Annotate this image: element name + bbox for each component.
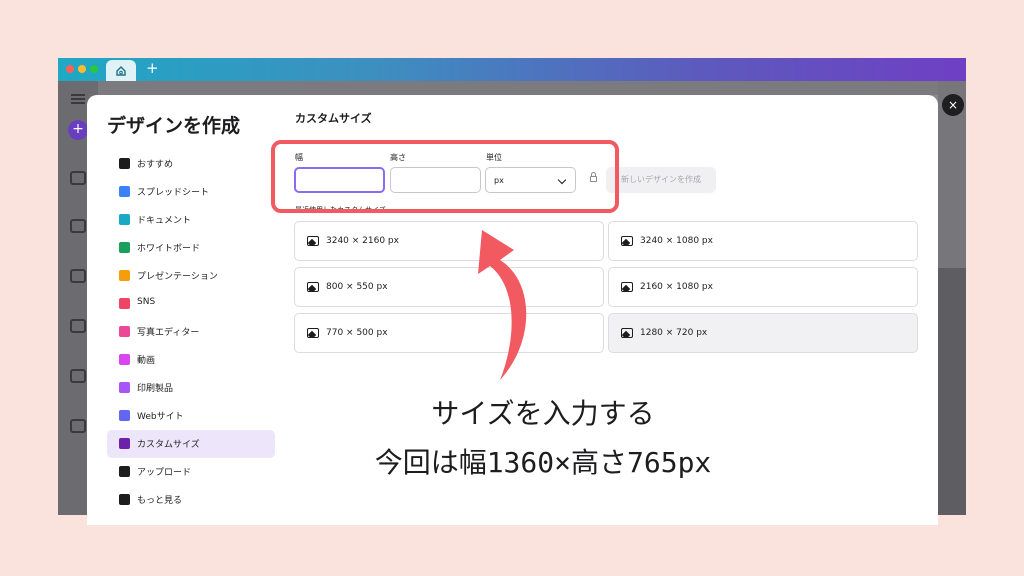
annotation-line-1: サイズを入力する: [431, 397, 655, 430]
image-icon: [307, 236, 319, 246]
more-dots-icon: [119, 494, 130, 505]
presentation-icon: [119, 270, 130, 281]
maximize-window-icon[interactable]: [90, 65, 98, 73]
home-icon: [116, 66, 126, 76]
recent-size-card[interactable]: 2160 × 1080 px: [608, 267, 918, 307]
home-nav-icon[interactable]: [70, 171, 86, 185]
nav-item-label: ドキュメント: [137, 216, 192, 226]
image-icon: [621, 282, 633, 292]
custom-size-title: カスタムサイズ: [295, 112, 372, 125]
nav-item-label: ホワイトボード: [137, 244, 201, 254]
annotation-line-2: 今回は幅1360×高さ765px: [374, 446, 712, 479]
nav-item[interactable]: スプレッドシート: [107, 178, 275, 206]
recent-size-card[interactable]: 3240 × 1080 px: [608, 221, 918, 261]
magic-icon[interactable]: [70, 369, 86, 383]
image-icon: [621, 236, 633, 246]
brand-icon[interactable]: [70, 319, 86, 333]
annotation-arrow: [478, 230, 527, 380]
whiteboard-icon: [119, 242, 130, 253]
recent-size-label: 3240 × 1080 px: [640, 236, 713, 246]
nav-item-label: 写真エディター: [137, 328, 200, 338]
recent-size-label: 3240 × 2160 px: [326, 236, 399, 246]
recent-size-label: 1280 × 720 px: [640, 328, 708, 338]
document-icon: [119, 214, 130, 225]
video-icon: [119, 354, 130, 365]
camera-icon: [119, 326, 130, 337]
modal-title: デザインを作成: [107, 115, 241, 137]
folder-icon[interactable]: [70, 219, 86, 233]
nav-item[interactable]: 動画: [107, 346, 275, 374]
nav-item-label: 動画: [137, 356, 156, 366]
image-icon: [307, 328, 319, 338]
nav-item[interactable]: ドキュメント: [107, 206, 275, 234]
sparkle-icon: [119, 158, 130, 169]
nav-item[interactable]: ホワイトボード: [107, 234, 275, 262]
nav-item-label: スプレッドシート: [137, 188, 210, 198]
tab-bar: +: [58, 58, 966, 81]
nav-item[interactable]: プレゼンテーション: [107, 262, 275, 290]
image-icon: [621, 328, 633, 338]
create-plus-icon[interactable]: +: [68, 120, 88, 140]
highlight-box: [271, 140, 619, 213]
nav-item-label: おすすめ: [137, 160, 174, 170]
minimize-window-icon[interactable]: [78, 65, 86, 73]
recent-size-label: 770 × 500 px: [326, 328, 388, 338]
canva-header-backdrop: [98, 81, 938, 95]
spreadsheet-icon: [119, 186, 130, 197]
recent-size-card[interactable]: 1280 × 720 px: [608, 313, 918, 353]
nav-item-label: プレゼンテーション: [137, 272, 218, 282]
heart-icon: [119, 298, 130, 309]
new-tab-icon[interactable]: +: [146, 59, 159, 77]
recent-size-label: 800 × 550 px: [326, 282, 388, 292]
menu-icon[interactable]: [71, 94, 85, 96]
image-icon: [307, 282, 319, 292]
nav-item[interactable]: もっと見る: [107, 486, 275, 514]
tab-home[interactable]: [106, 60, 136, 81]
create-design-button[interactable]: 新しいデザインを作成: [606, 167, 716, 193]
nav-item[interactable]: おすすめ: [107, 150, 275, 178]
template-icon[interactable]: [70, 269, 86, 283]
recent-size-label: 2160 × 1080 px: [640, 282, 713, 292]
nav-item[interactable]: SNS: [107, 290, 275, 318]
close-window-icon[interactable]: [66, 65, 74, 73]
nav-item[interactable]: 写真エディター: [107, 318, 275, 346]
nav-item-label: SNS: [137, 297, 156, 307]
close-modal-button[interactable]: ×: [942, 94, 964, 116]
nav-item-label: もっと見る: [137, 496, 183, 506]
